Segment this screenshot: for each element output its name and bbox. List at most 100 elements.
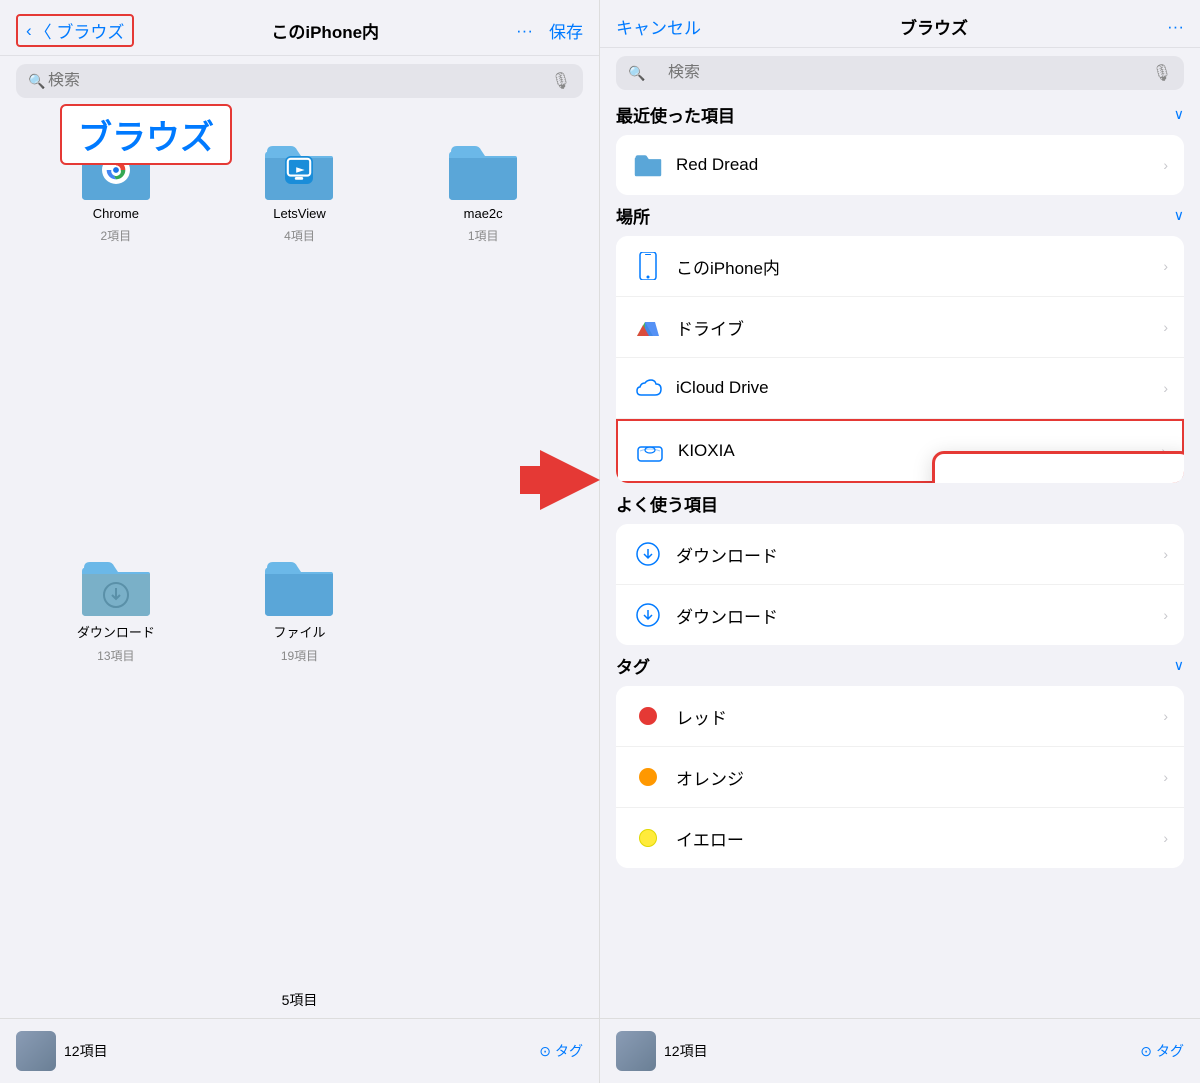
fav-download1-label: ダウンロード [676,542,1163,567]
downloads-label: ダウンロード [77,622,155,641]
tags-chevron[interactable]: ∨ [1174,657,1184,674]
right-tags-button[interactable]: ⊙ タグ [1140,1041,1184,1061]
left-nav-bar: ‹ 〈 ブラウズ このiPhone内 ··· 保存 [0,0,599,56]
right-search-container: 🔍 🎙 [600,48,1200,98]
left-bottom-count: 12項目 [56,1041,539,1061]
right-arrow-shape [540,450,600,510]
left-search-input[interactable] [48,72,571,90]
downloads-count: 13項目 [97,647,134,664]
fav-download1-chevron: › [1163,546,1168,562]
drive-chevron: › [1163,319,1168,335]
back-label[interactable]: 〈 ブラウズ [35,18,125,43]
red-dread-chevron: › [1163,157,1168,173]
right-bottom-count: 12項目 [656,1041,1140,1061]
folder-downloads[interactable]: ダウンロード 13項目 [24,542,208,962]
save-button[interactable]: 保存 [549,18,583,43]
places-header: 場所 ∨ [616,199,1184,236]
list-item-orange-tag[interactable]: オレンジ › [616,747,1184,808]
right-nav-title: ブラウズ [900,14,968,39]
icloud-chevron: › [1163,380,1168,396]
kioxia-popup-icon [955,470,1007,483]
right-search-bar[interactable]: 🔍 🎙 [616,56,1184,90]
fav-download2-icon [632,599,664,631]
yellow-tag-icon [632,822,664,854]
yellow-tag-chevron: › [1163,830,1168,846]
left-bottom-bar: 12項目 ⊙ タグ [0,1018,599,1083]
tags-label: タグ [555,1041,583,1061]
list-item-fav-download2[interactable]: ダウンロード › [616,585,1184,645]
left-tags-button[interactable]: ⊙ タグ [539,1041,583,1061]
recent-chevron[interactable]: ∨ [1174,106,1184,123]
places-chevron[interactable]: ∨ [1174,207,1184,224]
list-item-red-tag[interactable]: レッド › [616,686,1184,747]
icloud-icon [632,372,664,404]
favorites-header: よく使う項目 [616,487,1184,524]
list-item-icloud[interactable]: iCloud Drive › [616,358,1184,419]
fav-download2-label: ダウンロード [676,603,1163,628]
left-search-bar[interactable]: 🔍 🎙 [16,64,583,98]
tags-section: タグ ∨ レッド › オレンジ › [600,649,1200,868]
places-title: 場所 [616,203,650,228]
iphone-chevron: › [1163,258,1168,274]
right-more-button[interactable]: ··· [1167,17,1184,37]
left-thumbnail [16,1031,56,1071]
chevron-left-icon: ‹ [26,21,32,41]
folder-letsview[interactable]: LetsView 4項目 [208,126,392,542]
list-item-kioxia[interactable]: KIOXIA › KIOXIA [616,419,1184,483]
files-label: ファイル [273,622,325,641]
downloads-folder-icon [80,558,152,616]
left-panel: ‹ 〈 ブラウズ このiPhone内 ··· 保存 🔍 🎙 ブラウズ [0,0,600,1083]
tags-title: タグ [616,653,650,678]
red-tag-label: レッド [676,704,1163,729]
iphone-icon [632,250,664,282]
letsview-label: LetsView [273,206,326,221]
right-search-icon: 🔍 [628,65,645,82]
fav-download2-chevron: › [1163,607,1168,623]
red-tag-icon [632,700,664,732]
folder-files[interactable]: ファイル 19項目 [208,542,392,962]
kioxia-popup-name: KIOXIA [1019,478,1129,484]
places-section: 場所 ∨ このiPhone内 › [600,199,1200,483]
letsview-folder-icon [263,142,335,200]
right-mic-icon[interactable]: 🎙 [1152,63,1172,83]
search-icon: 🔍 [28,73,45,90]
iphone-label: このiPhone内 [676,254,1163,279]
list-item-fav-download1[interactable]: ダウンロード › [616,524,1184,585]
icloud-label: iCloud Drive [676,378,1163,398]
orange-tag-icon [632,761,664,793]
right-search-input[interactable] [648,64,1172,82]
left-nav-actions: ··· 保存 [516,18,583,43]
mic-icon[interactable]: 🎙 [551,71,571,91]
fav-download1-icon [632,538,664,570]
cancel-button[interactable]: キャンセル [616,14,701,39]
favorites-section: よく使う項目 ダウンロード › [600,487,1200,645]
list-item-drive[interactable]: ドライブ › [616,297,1184,358]
right-panel: キャンセル ブラウズ ··· 🔍 🎙 最近使った項目 ∨ [600,0,1200,1083]
recent-header: 最近使った項目 ∨ [616,98,1184,135]
tags-list: レッド › オレンジ › イエロー › [616,686,1184,868]
recent-list: Red Dread › [616,135,1184,195]
recent-title: 最近使った項目 [616,102,735,127]
back-button[interactable]: ‹ 〈 ブラウズ [16,14,134,47]
chrome-label: Chrome [93,206,139,221]
red-dread-folder-icon [632,149,664,181]
tag-icon: ⊙ [539,1043,551,1060]
right-bottom-bar: 12項目 ⊙ タグ [600,1018,1200,1083]
files-folder-icon [263,558,335,616]
red-dread-label: Red Dread [676,155,1163,175]
red-tag-chevron: › [1163,708,1168,724]
orange-tag-chevron: › [1163,769,1168,785]
folder-chrome[interactable]: Chrome 2項目 [24,126,208,542]
recent-section: 最近使った項目 ∨ Red Dread › [600,98,1200,195]
yellow-tag-label: イエロー [676,826,1163,851]
list-item-red-dread[interactable]: Red Dread › [616,135,1184,195]
right-tag-icon: ⊙ [1140,1043,1152,1060]
more-button[interactable]: ··· [516,21,533,41]
browse-label-overlay: ブラウズ [60,104,232,165]
drive-icon [632,311,664,343]
drive-label: ドライブ [676,315,1163,340]
list-item-yellow-tag[interactable]: イエロー › [616,808,1184,868]
list-item-iphone[interactable]: このiPhone内 › [616,236,1184,297]
right-tags-label: タグ [1156,1041,1184,1061]
files-count: 19項目 [281,647,318,664]
